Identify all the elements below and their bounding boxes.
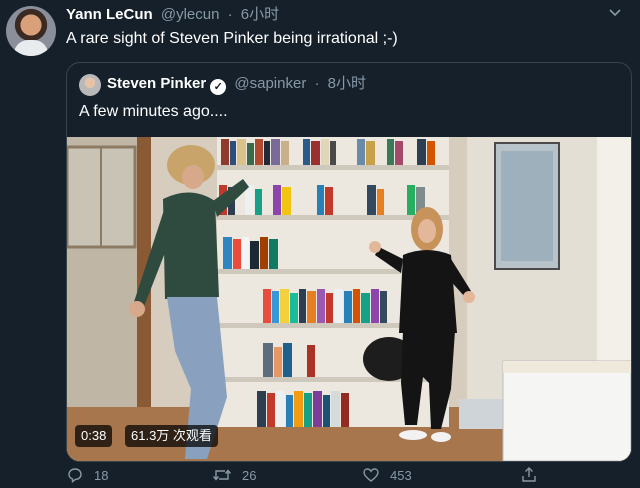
verified-badge-icon: ✓: [210, 79, 227, 95]
video-frame: [67, 137, 631, 461]
video-player[interactable]: 0:38 61.3万 次观看: [67, 137, 631, 461]
header-separator: ·: [227, 6, 233, 23]
tweet-text: A rare sight of Steven Pinker being irra…: [66, 30, 398, 47]
quoted-author-name[interactable]: Steven Pinker: [107, 75, 206, 92]
chevron-down-icon[interactable]: [606, 4, 624, 22]
video-duration: 0:38: [75, 425, 113, 447]
action-bar: 18 26 453: [0, 462, 640, 488]
video-views: 61.3万 次观看: [125, 425, 218, 447]
quoted-header: Steven Pinker ✓ @sapinker · 8小时: [107, 73, 366, 95]
share-icon: [520, 467, 548, 483]
tweet[interactable]: Yann LeCun @ylecun · 6小时 A rare sight of…: [0, 0, 640, 488]
reply-count: 18: [94, 468, 109, 483]
quoted-separator: ·: [314, 75, 320, 92]
author-avatar[interactable]: [6, 6, 56, 56]
author-name[interactable]: Yann LeCun: [66, 6, 153, 23]
heart-icon: [362, 468, 390, 483]
retweet-button[interactable]: 26: [212, 466, 256, 486]
quoted-tweet[interactable]: Steven Pinker ✓ @sapinker · 8小时 A few min…: [66, 62, 632, 462]
retweet-count: 26: [242, 468, 257, 483]
like-button[interactable]: 453: [362, 466, 412, 486]
quoted-text: A few minutes ago....: [79, 103, 228, 120]
quoted-time[interactable]: 8小时: [328, 75, 366, 92]
retweet-icon: [212, 468, 242, 483]
tweet-header: Yann LeCun @ylecun · 6小时: [66, 5, 279, 25]
tweet-time[interactable]: 6小时: [241, 6, 279, 23]
author-handle[interactable]: @ylecun: [161, 6, 220, 23]
like-count: 453: [390, 468, 412, 483]
quoted-author-avatar[interactable]: [79, 74, 101, 96]
reply-button[interactable]: 18: [66, 466, 108, 486]
share-button[interactable]: [520, 466, 548, 486]
reply-icon: [66, 468, 94, 484]
quoted-author-handle[interactable]: @sapinker: [234, 75, 306, 92]
